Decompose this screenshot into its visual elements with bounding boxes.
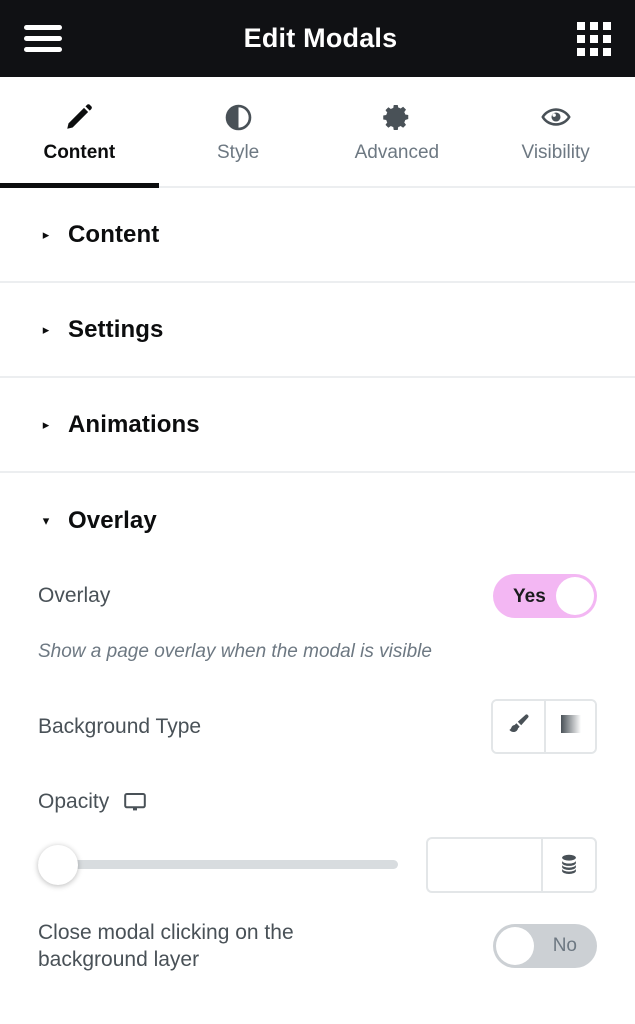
panel-tabs: Content Style Advanced Visibility	[0, 77, 635, 188]
section-overlay[interactable]: ▾ Overlay	[0, 473, 635, 568]
slider-handle[interactable]	[38, 844, 78, 885]
desktop-monitor-icon[interactable]	[123, 790, 147, 814]
grid-dot	[603, 21, 611, 30]
switch-knob	[496, 926, 534, 965]
page-title: Edit Modals	[243, 23, 398, 53]
section-title: Content	[68, 220, 160, 248]
switch-knob	[556, 577, 594, 615]
chevron-down-icon: ▾	[42, 513, 50, 528]
contrast-icon	[224, 101, 253, 133]
grid-dot	[590, 21, 598, 30]
grid-dot	[577, 34, 585, 43]
section-title: Animations	[68, 410, 200, 438]
section-content[interactable]: ▸ Content	[0, 188, 635, 283]
background-type-gradient-button[interactable]	[544, 701, 595, 753]
opacity-label: Opacity	[38, 790, 110, 814]
background-type-row: Background Type	[38, 699, 597, 755]
switch-value: No	[552, 935, 577, 957]
hamburger-bar	[24, 36, 62, 41]
background-type-classic-button[interactable]	[493, 701, 544, 753]
tab-label: Content	[43, 142, 116, 163]
paintbrush-icon	[507, 712, 531, 741]
tab-advanced[interactable]: Advanced	[318, 77, 477, 186]
gear-icon	[382, 101, 412, 133]
elementor-editor-panel: Edit Modals Content Style Advanced Visib…	[0, 0, 635, 1024]
section-animations[interactable]: ▸ Animations	[0, 378, 635, 473]
background-type-label: Background Type	[38, 715, 202, 739]
close-on-background-switch[interactable]: No	[493, 923, 597, 968]
hamburger-menu-icon[interactable]	[24, 22, 64, 56]
chevron-right-icon: ▸	[42, 322, 50, 337]
apps-grid-icon[interactable]	[577, 21, 611, 56]
section-title: Overlay	[68, 506, 157, 534]
grid-dot	[577, 47, 585, 56]
section-title: Settings	[68, 315, 164, 343]
chevron-right-icon: ▸	[42, 417, 50, 432]
close-on-background-row: Close modal clicking on the background l…	[38, 919, 597, 974]
hamburger-bar	[24, 47, 62, 52]
tab-label: Visibility	[521, 142, 590, 163]
tab-style[interactable]: Style	[159, 77, 318, 186]
close-on-background-label: Close modal clicking on the background l…	[38, 920, 294, 971]
opacity-input[interactable]	[426, 836, 541, 893]
gradient-icon	[559, 713, 583, 740]
chevron-right-icon: ▸	[42, 227, 50, 242]
panel-header: Edit Modals	[0, 0, 635, 77]
pencil-icon	[64, 101, 94, 133]
opacity-label-group: Opacity	[38, 788, 147, 815]
tab-label: Style	[217, 142, 260, 163]
background-type-choices	[491, 699, 597, 755]
tab-visibility[interactable]: Visibility	[476, 77, 635, 186]
switch-value: Yes	[513, 585, 546, 607]
overlay-toggle-switch[interactable]: Yes	[493, 574, 597, 618]
overlay-toggle-label: Overlay	[38, 584, 111, 608]
overlay-toggle-row: Overlay Yes	[38, 568, 597, 624]
panel-content-area: ▸ Content ▸ Settings ▸ Animations ▾ Over…	[0, 188, 635, 1024]
section-settings[interactable]: ▸ Settings	[0, 283, 635, 378]
grid-dot	[590, 34, 598, 43]
slider-track	[38, 860, 398, 870]
opacity-label-row: Opacity	[38, 781, 597, 823]
overlay-description: Show a page overlay when the modal is vi…	[38, 641, 432, 662]
grid-dot	[603, 47, 611, 56]
tab-content[interactable]: Content	[0, 77, 159, 188]
grid-dot	[590, 47, 598, 56]
hamburger-bar	[24, 25, 62, 30]
tab-label: Advanced	[354, 142, 440, 163]
grid-dot	[603, 34, 611, 43]
opacity-slider-row	[38, 836, 597, 893]
overlay-controls: Overlay Yes Show a page overlay when the…	[0, 568, 635, 973]
opacity-slider[interactable]	[38, 843, 398, 887]
eye-icon	[540, 101, 572, 133]
grid-dot	[577, 21, 585, 30]
opacity-input-group	[426, 836, 597, 893]
database-stack-icon[interactable]	[541, 836, 597, 893]
